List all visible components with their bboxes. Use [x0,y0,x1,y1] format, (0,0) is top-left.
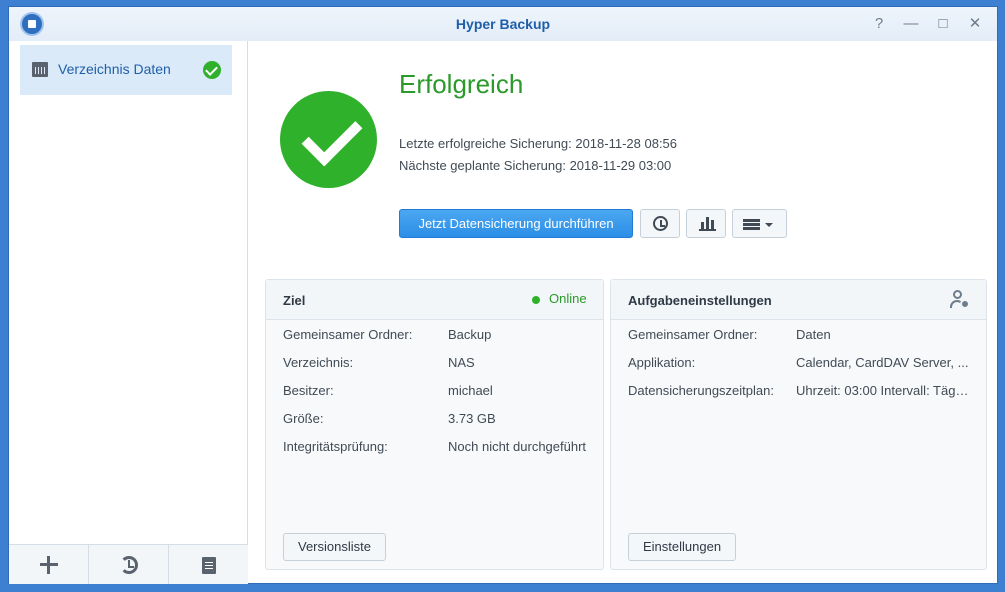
target-panel-header: Ziel Online [266,280,603,320]
help-icon[interactable]: ? [869,14,889,34]
row-value: NAS [448,355,475,370]
next-backup-info: Nächste geplante Sicherung: 2018-11-29 0… [399,158,671,173]
sidebar-item-verzeichnis-daten[interactable]: Verzeichnis Daten [20,45,232,95]
online-status-text: Online [549,291,587,306]
row-key: Integritätsprüfung: [283,439,388,454]
row-value: Uhrzeit: 03:00 Intervall: Täglich [796,383,971,398]
sidebar: Verzeichnis Daten [9,41,248,584]
log-icon[interactable] [169,545,248,584]
row-key: Applikation: [628,355,696,370]
title-bar[interactable]: Hyper Backup ? — □ ✕ [9,7,997,41]
task-panel-title: Aufgabeneinstellungen [628,293,772,308]
close-icon[interactable]: ✕ [965,14,985,34]
last-backup-info: Letzte erfolgreiche Sicherung: 2018-11-2… [399,136,677,151]
chevron-down-icon [765,223,773,227]
maximize-icon[interactable]: □ [933,14,953,34]
user-permissions-icon[interactable] [950,290,970,310]
next-backup-label: Nächste geplante Sicherung: [399,158,566,173]
minimize-icon[interactable]: — [901,14,921,34]
row-value: Backup [448,327,492,342]
next-backup-value: 2018-11-29 03:00 [569,158,672,173]
row-value: Daten [796,327,831,342]
row-value: Noch nicht durchgeführt [448,439,587,454]
last-backup-label: Letzte erfolgreiche Sicherung: [399,136,572,151]
action-menu-button[interactable] [732,209,787,238]
target-panel-title: Ziel [283,293,306,308]
sidebar-item-label: Verzeichnis Daten [58,61,171,77]
version-list-button[interactable]: Versionsliste [283,533,386,561]
status-title: Erfolgreich [399,69,524,99]
restore-button[interactable] [640,209,680,238]
statistics-button[interactable] [686,209,726,238]
bar-chart-icon [699,217,716,231]
row-key: Gemeinsamer Ordner: [283,327,413,342]
target-panel: Ziel Online Gemeinsamer Ordner: Backup V… [265,279,604,570]
success-check-icon [203,61,221,79]
row-key: Datensicherungszeitplan: [628,383,774,398]
row-key: Besitzer: [283,383,334,398]
task-panel-header: Aufgabeneinstellungen [611,280,986,320]
row-key: Verzeichnis: [283,355,354,370]
plus-icon[interactable] [9,545,89,584]
sidebar-toolbar [9,544,248,584]
clock-icon [653,216,668,231]
success-status-icon [280,91,377,188]
settings-button[interactable]: Einstellungen [628,533,737,561]
menu-icon [743,219,760,230]
row-key: Größe: [283,411,324,426]
hyper-backup-window: Hyper Backup ? — □ ✕ Verzeichnis Daten E… [8,6,998,584]
folder-icon [32,62,48,77]
history-icon[interactable] [89,545,169,584]
window-title: Hyper Backup [455,16,551,32]
last-backup-value: 2018-11-28 08:56 [575,136,678,151]
row-value: michael [448,383,493,398]
online-status-icon [532,296,540,304]
row-value: 3.73 GB [448,411,496,426]
backup-now-button[interactable]: Jetzt Datensicherung durchführen [399,209,633,238]
task-settings-panel: Aufgabeneinstellungen Gemeinsamer Ordner… [610,279,987,570]
row-value: Calendar, CardDAV Server, ... [796,355,969,370]
row-key: Gemeinsamer Ordner: [628,327,758,342]
